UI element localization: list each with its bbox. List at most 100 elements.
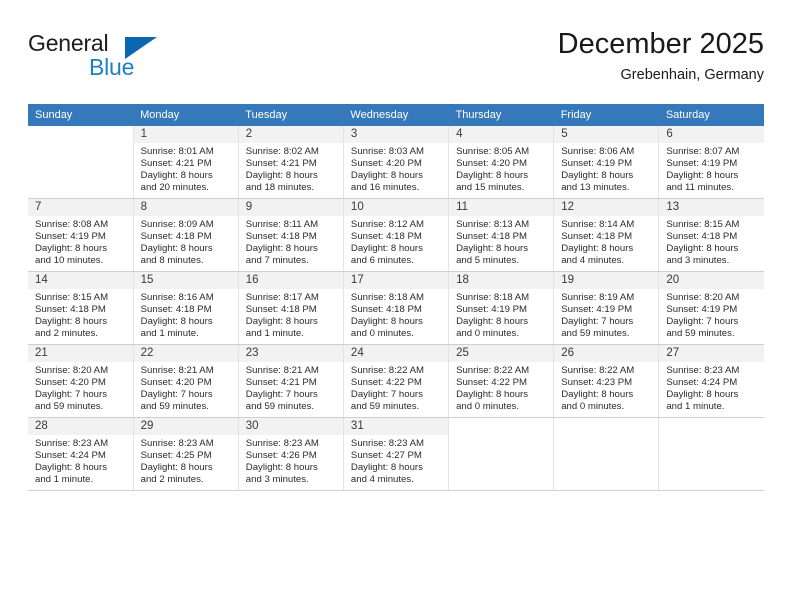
sunrise-text: Sunrise: 8:11 AM [245, 219, 319, 230]
calendar-day-cell[interactable]: 19 Sunrise: 8:19 AM Sunset: 4:19 PM Dayligh… [553, 271, 660, 345]
day-details: Sunrise: 8:23 AM Sunset: 4:25 PM Daylight:… [134, 435, 238, 486]
daylight-text-line1: Daylight: 8 hours [245, 462, 318, 474]
calendar-day-cell[interactable]: 17 Sunrise: 8:18 AM Sunset: 4:18 PM Dayligh… [342, 271, 450, 345]
calendar-day-cell[interactable]: 3 Sunrise: 8:03 AM Sunset: 4:20 PM Daylight… [342, 126, 450, 199]
calendar-day-inner: 21 Sunrise: 8:20 AM Sunset: 4:20 PM Dayligh… [28, 345, 133, 417]
calendar-day-cell[interactable]: 9 Sunrise: 8:11 AM Sunset: 4:18 PM Daylight… [237, 198, 344, 272]
calendar-day-cell[interactable]: 13 Sunrise: 8:15 AM Sunset: 4:18 PM Dayligh… [658, 198, 764, 272]
day-number: 24 [343, 345, 449, 362]
daylight-text-line1: Daylight: 8 hours [561, 243, 634, 255]
calendar-day-cell[interactable]: 27 Sunrise: 8:23 AM Sunset: 4:24 PM Dayligh… [658, 344, 764, 418]
daylight-text-line1: Daylight: 7 hours [666, 316, 739, 328]
sunset-text: Sunset: 4:21 PM [140, 158, 212, 170]
calendar-day-cell[interactable]: 6 Sunrise: 8:07 AM Sunset: 4:19 PM Daylight… [658, 126, 764, 199]
calendar-day-cell-empty [448, 417, 555, 491]
day-details [659, 435, 764, 438]
sunrise-text: Sunrise: 8:23 AM [245, 438, 319, 449]
calendar-day-cell[interactable]: 15 Sunrise: 8:16 AM Sunset: 4:18 PM Dayligh… [132, 271, 239, 345]
daylight-text-line2: and 59 minutes. [140, 401, 209, 413]
calendar-day-inner: 4 Sunrise: 8:05 AM Sunset: 4:20 PM Daylight… [449, 126, 554, 198]
daylight-text-line2: and 2 minutes. [35, 328, 98, 340]
day-number: 19 [554, 272, 659, 289]
daylight-text-line1: Daylight: 8 hours [456, 243, 529, 255]
calendar-day-cell[interactable]: 10 Sunrise: 8:12 AM Sunset: 4:18 PM Dayligh… [342, 198, 450, 272]
calendar-day-cell[interactable]: 31 Sunrise: 8:23 AM Sunset: 4:27 PM Dayligh… [342, 417, 450, 491]
calendar-day-cell[interactable]: 5 Sunrise: 8:06 AM Sunset: 4:19 PM Daylight… [553, 126, 660, 199]
calendar-day-cell[interactable]: 26 Sunrise: 8:22 AM Sunset: 4:23 PM Dayligh… [553, 344, 660, 418]
day-details: Sunrise: 8:22 AM Sunset: 4:22 PM Daylight:… [344, 362, 448, 413]
sunrise-text: Sunrise: 8:21 AM [245, 365, 319, 376]
day-number: 27 [659, 345, 764, 362]
sunset-text: Sunset: 4:23 PM [561, 377, 633, 389]
sunset-text: Sunset: 4:18 PM [245, 231, 317, 243]
day-number: 16 [238, 272, 343, 289]
day-details: Sunrise: 8:17 AM Sunset: 4:18 PM Daylight:… [239, 289, 343, 340]
calendar-day-cell[interactable]: 18 Sunrise: 8:18 AM Sunset: 4:19 PM Dayligh… [448, 271, 555, 345]
sunset-text: Sunset: 4:21 PM [245, 377, 317, 389]
calendar-day-cell[interactable]: 12 Sunrise: 8:14 AM Sunset: 4:18 PM Dayligh… [553, 198, 660, 272]
day-number: 15 [133, 272, 238, 289]
calendar-day-inner [449, 418, 554, 490]
calendar-day-cell[interactable]: 16 Sunrise: 8:17 AM Sunset: 4:18 PM Dayligh… [237, 271, 344, 345]
calendar-day-cell[interactable]: 30 Sunrise: 8:23 AM Sunset: 4:26 PM Dayligh… [237, 417, 344, 491]
sunset-text: Sunset: 4:20 PM [35, 377, 106, 389]
brand-logo[interactable]: General Blue [28, 30, 208, 86]
calendar-day-cell[interactable]: 28 Sunrise: 8:23 AM Sunset: 4:24 PM Dayligh… [28, 417, 134, 491]
sunrise-text: Sunrise: 8:19 AM [561, 292, 635, 303]
day-number: 29 [133, 418, 238, 435]
sunset-text: Sunset: 4:18 PM [350, 304, 422, 316]
calendar-day-inner: 24 Sunrise: 8:22 AM Sunset: 4:22 PM Dayligh… [343, 345, 449, 417]
sunrise-text: Sunrise: 8:12 AM [350, 219, 424, 230]
sunrise-text: Sunrise: 8:15 AM [35, 292, 109, 303]
calendar-day-cell[interactable]: 22 Sunrise: 8:21 AM Sunset: 4:20 PM Dayligh… [132, 344, 239, 418]
day-details: Sunrise: 8:22 AM Sunset: 4:23 PM Daylight:… [554, 362, 658, 413]
day-number: 22 [133, 345, 238, 362]
calendar-day-cell[interactable]: 4 Sunrise: 8:05 AM Sunset: 4:20 PM Daylight… [448, 126, 555, 199]
calendar-day-inner: 6 Sunrise: 8:07 AM Sunset: 4:19 PM Daylight… [659, 126, 764, 198]
day-number: 28 [28, 418, 133, 435]
day-number: 5 [554, 126, 659, 143]
daylight-text-line2: and 15 minutes. [456, 182, 525, 194]
daylight-text-line2: and 11 minutes. [666, 182, 734, 194]
calendar-day-cell[interactable]: 21 Sunrise: 8:20 AM Sunset: 4:20 PM Dayligh… [28, 344, 134, 418]
calendar-day-inner: 30 Sunrise: 8:23 AM Sunset: 4:26 PM Dayligh… [238, 418, 343, 490]
calendar-day-cell[interactable]: 24 Sunrise: 8:22 AM Sunset: 4:22 PM Dayligh… [342, 344, 450, 418]
day-details: Sunrise: 8:01 AM Sunset: 4:21 PM Daylight:… [134, 143, 238, 194]
daylight-text-line2: and 10 minutes. [35, 255, 104, 267]
sunrise-text: Sunrise: 8:01 AM [140, 146, 214, 157]
day-details: Sunrise: 8:23 AM Sunset: 4:26 PM Daylight:… [239, 435, 343, 486]
day-number: 12 [554, 199, 659, 216]
calendar-day-cell[interactable]: 7 Sunrise: 8:08 AM Sunset: 4:19 PM Daylight… [28, 198, 134, 272]
day-number: 4 [449, 126, 554, 143]
calendar-day-cell[interactable]: 25 Sunrise: 8:22 AM Sunset: 4:22 PM Dayligh… [448, 344, 555, 418]
calendar-day-cell[interactable]: 1 Sunrise: 8:01 AM Sunset: 4:21 PM Daylight… [132, 126, 239, 199]
calendar-day-cell[interactable]: 11 Sunrise: 8:13 AM Sunset: 4:18 PM Dayligh… [448, 198, 555, 272]
day-number: 9 [238, 199, 343, 216]
day-number: 6 [659, 126, 764, 143]
calendar-day-cell[interactable]: 20 Sunrise: 8:20 AM Sunset: 4:19 PM Dayligh… [658, 271, 764, 345]
calendar-day-inner: 13 Sunrise: 8:15 AM Sunset: 4:18 PM Dayligh… [659, 199, 764, 271]
sunrise-text: Sunrise: 8:23 AM [666, 365, 740, 376]
day-number: 23 [238, 345, 343, 362]
day-number: 18 [449, 272, 554, 289]
calendar-day-cell[interactable]: 8 Sunrise: 8:09 AM Sunset: 4:18 PM Daylight… [132, 198, 239, 272]
sunset-text: Sunset: 4:22 PM [456, 377, 527, 389]
daylight-text-line1: Daylight: 8 hours [140, 316, 213, 328]
calendar-day-inner: 29 Sunrise: 8:23 AM Sunset: 4:25 PM Dayligh… [133, 418, 238, 490]
daylight-text-line2: and 59 minutes. [561, 328, 630, 340]
calendar-day-cell[interactable]: 2 Sunrise: 8:02 AM Sunset: 4:21 PM Daylight… [237, 126, 344, 199]
daylight-text-line2: and 59 minutes. [245, 401, 315, 413]
sunset-text: Sunset: 4:27 PM [350, 450, 422, 462]
calendar-day-inner: 14 Sunrise: 8:15 AM Sunset: 4:18 PM Dayligh… [28, 272, 133, 344]
sunset-text: Sunset: 4:19 PM [456, 304, 527, 316]
calendar-day-cell[interactable]: 29 Sunrise: 8:23 AM Sunset: 4:25 PM Dayligh… [132, 417, 239, 491]
calendar-day-cell[interactable]: 23 Sunrise: 8:21 AM Sunset: 4:21 PM Dayligh… [237, 344, 344, 418]
calendar-day-cell[interactable]: 14 Sunrise: 8:15 AM Sunset: 4:18 PM Dayligh… [28, 271, 134, 345]
sunrise-text: Sunrise: 8:22 AM [456, 365, 530, 376]
calendar-week-row: 7 Sunrise: 8:08 AM Sunset: 4:19 PM Daylight… [28, 198, 764, 272]
day-number: 11 [449, 199, 554, 216]
calendar-day-inner: 23 Sunrise: 8:21 AM Sunset: 4:21 PM Dayligh… [238, 345, 343, 417]
daylight-text-line1: Daylight: 8 hours [666, 389, 739, 401]
day-number: 21 [28, 345, 133, 362]
day-details: Sunrise: 8:23 AM Sunset: 4:24 PM Daylight:… [659, 362, 764, 413]
